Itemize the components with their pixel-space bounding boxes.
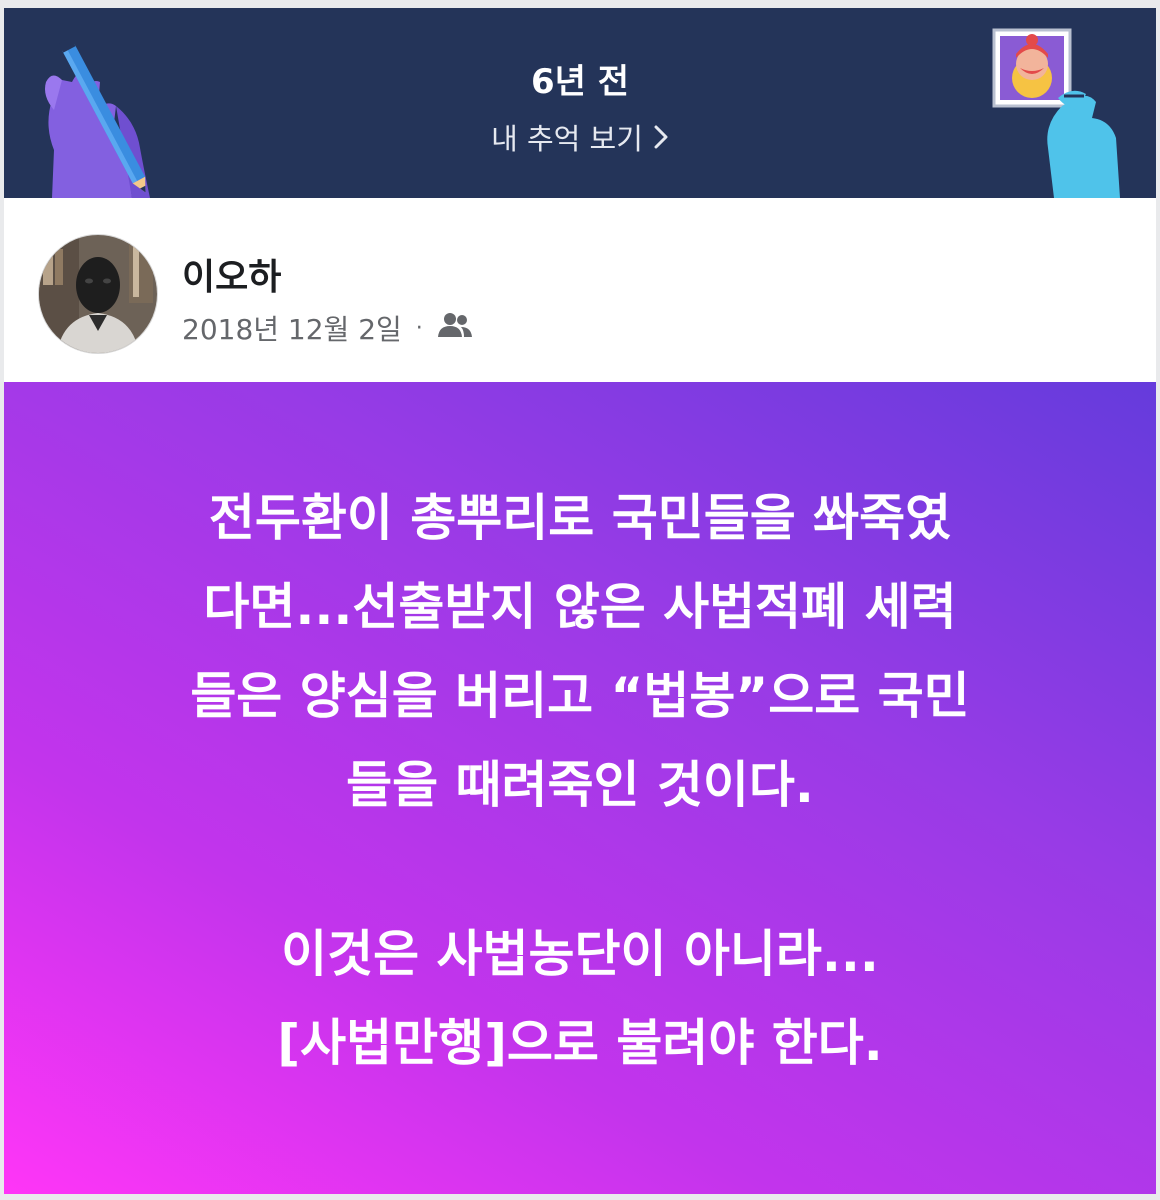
post-header: 이오하 2018년 12월 2일 ·	[4, 198, 1156, 382]
post-line: [사법만행]으로 불려야 한다.	[277, 1014, 883, 1072]
post-date[interactable]: 2018년 12월 2일	[182, 308, 402, 348]
post-line: 들은 양심을 버리고 “법봉”으로 국민	[190, 667, 970, 725]
post-background-text: 전두환이 총뿌리로 국민들을 쏴죽였 다면...선출받지 않은 사법적폐 세력 …	[4, 382, 1156, 1194]
post-meta: 2018년 12월 2일 ·	[182, 308, 473, 348]
post-line: 전두환이 총뿌리로 국민들을 쏴죽였	[208, 489, 952, 547]
memory-years-ago-title: 6년 전	[530, 62, 630, 102]
see-your-memories-label: 내 추억 보기	[491, 122, 643, 156]
see-your-memories-link[interactable]: 내 추억 보기	[4, 116, 1156, 158]
post-line: 이것은 사법농단이 아니라...	[281, 925, 879, 983]
memory-card: 6년 전 내 추억 보기 이오하 2018년 12월 2일 · 전두환이 총뿌리…	[4, 8, 1156, 1194]
post-line: 다면...선출받지 않은 사법적폐 세력	[203, 578, 957, 636]
post-line: 들을 때려죽인 것이다.	[346, 756, 814, 814]
author-avatar[interactable]	[38, 234, 158, 354]
friends-icon[interactable]	[437, 311, 473, 346]
post-paragraph-1: 전두환이 총뿌리로 국민들을 쏴죽였 다면...선출받지 않은 사법적폐 세력 …	[190, 474, 969, 830]
post-paragraph-2: 이것은 사법농단이 아니라... [사법만행]으로 불려야 한다.	[277, 910, 883, 1088]
author-name[interactable]: 이오하	[182, 248, 281, 300]
memories-banner: 6년 전 내 추억 보기	[4, 8, 1156, 198]
meta-separator: ·	[415, 315, 423, 341]
hand-holding-photo-illustration	[992, 28, 1120, 198]
chevron-right-icon	[653, 124, 669, 150]
